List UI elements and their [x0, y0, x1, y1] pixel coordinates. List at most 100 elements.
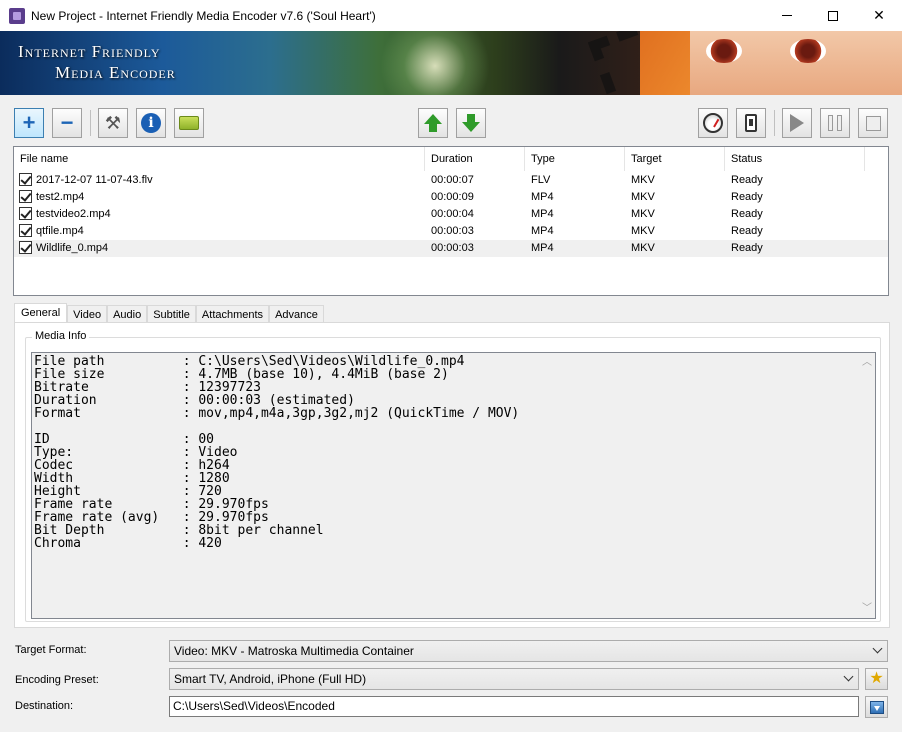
type-cell: MP4 [525, 189, 625, 206]
status-cell-text: Ready [731, 225, 763, 237]
tools-button[interactable]: ⚒ [98, 108, 128, 138]
banner-logo-text: Internet Friendly Media Encoder [18, 41, 176, 83]
maximize-button[interactable] [810, 0, 856, 31]
file-list[interactable]: File name Duration Type Target Status 20… [13, 146, 889, 296]
start-encode-button[interactable] [782, 108, 812, 138]
chevron-down-icon [843, 671, 854, 682]
play-icon [790, 114, 804, 132]
folder-icon [179, 116, 199, 130]
target-cell-text: MKV [631, 225, 655, 237]
app-banner: Internet Friendly Media Encoder [0, 31, 902, 95]
file-name-cell-text: test2.mp4 [36, 191, 85, 203]
target-cell-text: MKV [631, 174, 655, 186]
status-cell: Ready [725, 172, 865, 189]
target-cell: MKV [625, 189, 725, 206]
move-up-button[interactable] [418, 108, 448, 138]
banner-flare [380, 31, 490, 95]
type-cell-text: MP4 [531, 191, 554, 203]
type-cell: MP4 [525, 206, 625, 223]
browse-folder-icon [869, 700, 884, 714]
media-info-line: Format : mov,mp4,m4a,3gp,3g2,mj2 (QuickT… [34, 406, 520, 421]
file-name-cell-text: testvideo2.mp4 [36, 208, 111, 220]
wrench-icon: ⚒ [104, 112, 122, 133]
minus-icon: − [60, 110, 74, 135]
table-row[interactable]: test2.mp4 00:00:09 MP4 MKV Ready [14, 189, 888, 206]
encoding-preset-select[interactable]: Smart TV, Android, iPhone (Full HD) [169, 668, 859, 690]
file-checkbox[interactable] [19, 223, 32, 237]
column-header-target[interactable]: Target [625, 146, 725, 171]
minimize-button[interactable] [764, 0, 810, 31]
column-header-type[interactable]: Type [525, 146, 625, 171]
duration-cell-text: 00:00:09 [431, 191, 474, 203]
settings-tabs: General Video Audio Subtitle Attachments… [14, 303, 324, 324]
status-cell-text: Ready [731, 208, 763, 220]
encoding-preset-label: Encoding Preset: [15, 674, 99, 686]
file-checkbox[interactable] [19, 206, 32, 220]
benchmark-button[interactable] [698, 108, 728, 138]
pause-encode-button[interactable] [820, 108, 850, 138]
status-cell: Ready [725, 206, 865, 223]
file-name-cell: Wildlife_0.mp4 [14, 240, 425, 257]
move-down-button[interactable] [456, 108, 486, 138]
status-cell: Ready [725, 240, 865, 257]
duration-cell: 00:00:03 [425, 223, 525, 240]
scroll-down-icon[interactable]: ﹀ [862, 604, 872, 614]
browse-destination-button[interactable] [865, 696, 888, 718]
file-name-cell: 2017-12-07 11-07-43.flv [14, 172, 425, 189]
target-cell: MKV [625, 240, 725, 257]
chevron-down-icon [872, 643, 883, 654]
duration-cell: 00:00:09 [425, 189, 525, 206]
file-name-cell: qtfile.mp4 [14, 223, 425, 240]
media-info-textbox[interactable]: File path : C:\Users\Sed\Videos\Wildlife… [31, 352, 876, 619]
table-row[interactable]: qtfile.mp4 00:00:03 MP4 MKV Ready [14, 223, 888, 240]
stop-encode-button[interactable] [858, 108, 888, 138]
device-mode-button[interactable] [736, 108, 766, 138]
file-checkbox[interactable] [19, 189, 32, 203]
scroll-up-icon[interactable]: ︿ [862, 358, 872, 368]
add-file-button[interactable]: + [14, 108, 44, 138]
media-info-label: Media Info [32, 330, 90, 342]
file-name-cell-text: qtfile.mp4 [36, 225, 84, 237]
remove-file-button[interactable]: − [52, 108, 82, 138]
status-cell-text: Ready [731, 191, 763, 203]
favorite-preset-button[interactable]: ★ [865, 668, 888, 690]
window-title: New Project - Internet Friendly Media En… [31, 8, 376, 23]
target-format-select[interactable]: Video: MKV - Matroska Multimedia Contain… [169, 640, 888, 662]
media-info-group: Media Info File path : C:\Users\Sed\Vide… [25, 330, 881, 622]
duration-cell: 00:00:03 [425, 240, 525, 257]
table-row[interactable]: Wildlife_0.mp4 00:00:03 MP4 MKV Ready [14, 240, 888, 257]
target-cell-text: MKV [631, 191, 655, 203]
type-cell: FLV [525, 172, 625, 189]
table-row[interactable]: 2017-12-07 11-07-43.flv 00:00:07 FLV MKV Rea… [14, 172, 888, 189]
column-header-status[interactable]: Status [725, 146, 865, 171]
maximize-icon [828, 10, 838, 21]
close-icon: ✕ [873, 7, 885, 23]
media-info-button[interactable]: i [136, 108, 166, 138]
status-cell: Ready [725, 223, 865, 240]
status-cell: Ready [725, 189, 865, 206]
pause-icon [828, 115, 842, 131]
column-header-file-name[interactable]: File name [14, 146, 425, 171]
tab-general[interactable]: General [14, 303, 68, 324]
arrow-down-icon [462, 114, 480, 132]
banner-line-1: Internet Friendly [18, 42, 161, 61]
media-info-text: File path : C:\Users\Sed\Videos\Wildlife… [34, 355, 859, 550]
file-checkbox[interactable] [19, 240, 32, 254]
destination-input[interactable]: C:\Users\Sed\Videos\Encoded [169, 696, 859, 717]
open-folder-button[interactable] [174, 108, 204, 138]
media-info-scrollbar[interactable]: ︿ ﹀ [858, 353, 875, 618]
target-cell: MKV [625, 206, 725, 223]
close-button[interactable]: ✕ [856, 0, 902, 31]
column-header-duration[interactable]: Duration [425, 146, 525, 171]
duration-cell: 00:00:07 [425, 172, 525, 189]
file-name-cell: test2.mp4 [14, 189, 425, 206]
file-checkbox[interactable] [19, 172, 32, 186]
title-bar: New Project - Internet Friendly Media En… [0, 0, 902, 31]
duration-cell-text: 00:00:04 [431, 208, 474, 220]
encoding-preset-value: Smart TV, Android, iPhone (Full HD) [174, 672, 367, 686]
table-row[interactable]: testvideo2.mp4 00:00:04 MP4 MKV Ready [14, 206, 888, 223]
file-name-cell: testvideo2.mp4 [14, 206, 425, 223]
type-cell-text: MP4 [531, 242, 554, 254]
media-info-line: Chroma : 420 [34, 536, 222, 551]
target-cell-text: MKV [631, 242, 655, 254]
